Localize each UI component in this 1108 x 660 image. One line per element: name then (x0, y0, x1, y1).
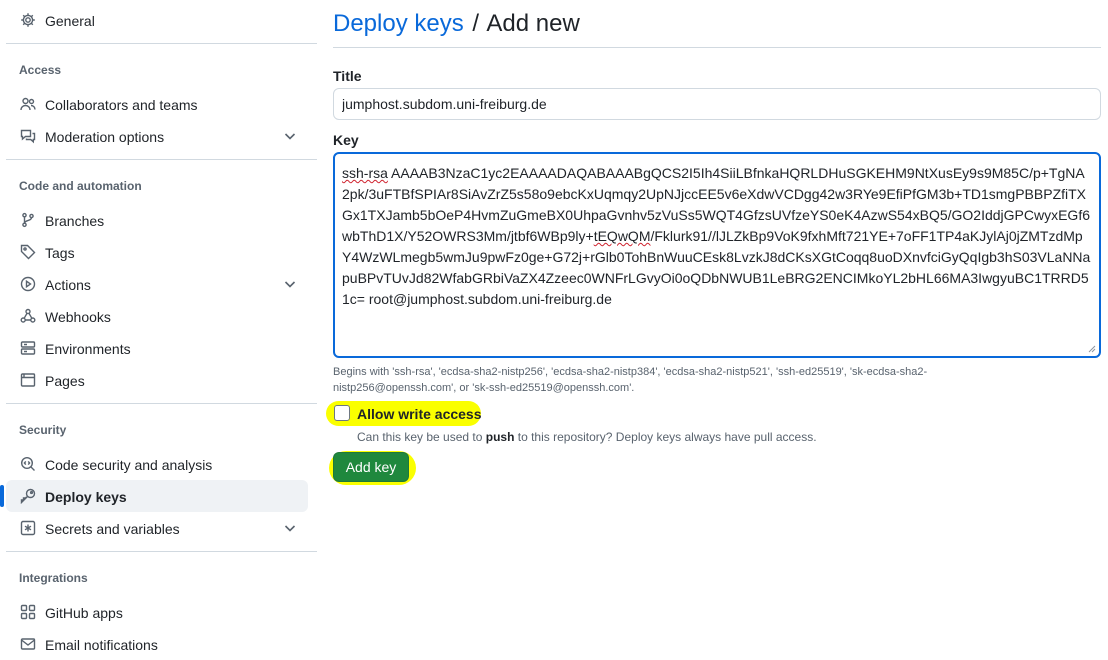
header-divider (333, 47, 1101, 48)
sidebar-item-collaborators[interactable]: Collaborators and teams (6, 88, 308, 120)
sidebar-item-general[interactable]: General (6, 4, 308, 36)
sidebar-item-github-apps[interactable]: GitHub apps (6, 596, 308, 628)
sidebar-item-actions[interactable]: Actions (6, 268, 308, 300)
title-label: Title (333, 68, 362, 84)
play-icon (20, 276, 36, 292)
push-emphasis: push (485, 430, 515, 444)
page-title: Deploy keys / Add new (333, 9, 580, 39)
sidebar-item-secrets[interactable]: Secrets and variables (6, 512, 308, 544)
add-key-button[interactable]: Add key (333, 452, 409, 482)
sidebar-divider (6, 159, 317, 160)
resize-grip-icon[interactable] (1088, 345, 1096, 353)
key-label: Key (333, 132, 359, 148)
sidebar-item-label: Tags (45, 245, 75, 261)
write-access-note: Can this key be used to push to this rep… (357, 430, 817, 444)
sidebar-item-label: Moderation options (45, 129, 165, 145)
key-icon (20, 488, 36, 504)
sidebar-divider (6, 551, 317, 552)
server-icon (20, 340, 36, 356)
title-input[interactable] (333, 88, 1101, 120)
section-heading-integrations: Integrations (19, 571, 88, 585)
sidebar-item-label: Webhooks (45, 309, 111, 325)
breadcrumb-current: Add new (486, 10, 580, 37)
sidebar-item-label: Actions (45, 277, 91, 293)
sidebar-item-code-security[interactable]: Code security and analysis (6, 448, 308, 480)
sidebar-item-label: Pages (45, 373, 85, 389)
active-indicator (0, 485, 4, 507)
sidebar-item-label: Collaborators and teams (45, 97, 198, 113)
sidebar-item-label: General (45, 13, 95, 29)
chevron-down-icon[interactable] (282, 276, 298, 292)
asterisk-box-icon (20, 520, 36, 536)
key-type-prefix: ssh-rsa (342, 165, 388, 181)
apps-icon (20, 604, 36, 620)
sidebar-item-label: Secrets and variables (45, 521, 180, 537)
chevron-down-icon[interactable] (282, 520, 298, 536)
sidebar-item-label: Email notifications (45, 637, 158, 653)
chevron-down-icon[interactable] (282, 128, 298, 144)
sidebar-item-environments[interactable]: Environments (6, 332, 308, 364)
sidebar-item-label: GitHub apps (45, 605, 123, 621)
key-textarea[interactable]: ssh-rsa AAAAB3NzaC1yc2EAAAADAQABAAABgQCS… (333, 152, 1101, 358)
comment-discussion-icon (20, 128, 36, 144)
key-spell-flagged: tEQwQM (593, 228, 651, 244)
gear-icon (20, 12, 36, 28)
codescan-icon (20, 456, 36, 472)
mail-icon (20, 636, 36, 652)
sidebar-divider (6, 403, 317, 404)
sidebar-divider (6, 43, 317, 44)
browser-icon (20, 372, 36, 388)
sidebar-item-pages[interactable]: Pages (6, 364, 308, 396)
sidebar-item-deploy-keys[interactable]: Deploy keys (0, 480, 308, 512)
sidebar-item-label: Environments (45, 341, 131, 357)
write-access-checkbox[interactable] (334, 405, 350, 421)
sidebar-item-webhooks[interactable]: Webhooks (6, 300, 308, 332)
write-access-label[interactable]: Allow write access (357, 406, 482, 422)
key-text: ssh-rsa AAAAB3NzaC1yc2EAAAADAQABAAABgQCS… (342, 163, 1092, 310)
git-branch-icon (20, 212, 36, 228)
tag-icon (20, 244, 36, 260)
breadcrumb-separator: / (472, 10, 480, 37)
sidebar-item-label: Code security and analysis (45, 457, 213, 473)
sidebar-item-moderation[interactable]: Moderation options (6, 120, 308, 152)
breadcrumb-deploy-keys[interactable]: Deploy keys (333, 10, 464, 37)
section-heading-code: Code and automation (19, 179, 142, 193)
sidebar-item-branches[interactable]: Branches (6, 204, 308, 236)
key-format-hint: Begins with 'ssh-rsa', 'ecdsa-sha2-nistp… (333, 366, 928, 394)
sidebar-item-label: Deploy keys (45, 489, 127, 505)
sidebar-item-tags[interactable]: Tags (6, 236, 308, 268)
webhook-icon (20, 308, 36, 324)
sidebar-item-label: Branches (45, 213, 105, 229)
settings-sidebar: General Access Collaborators and teams M… (0, 0, 320, 658)
section-heading-access: Access (19, 63, 62, 77)
section-heading-security: Security (19, 423, 67, 437)
sidebar-item-email-notifications[interactable]: Email notifications (6, 628, 308, 660)
people-icon (20, 96, 36, 112)
